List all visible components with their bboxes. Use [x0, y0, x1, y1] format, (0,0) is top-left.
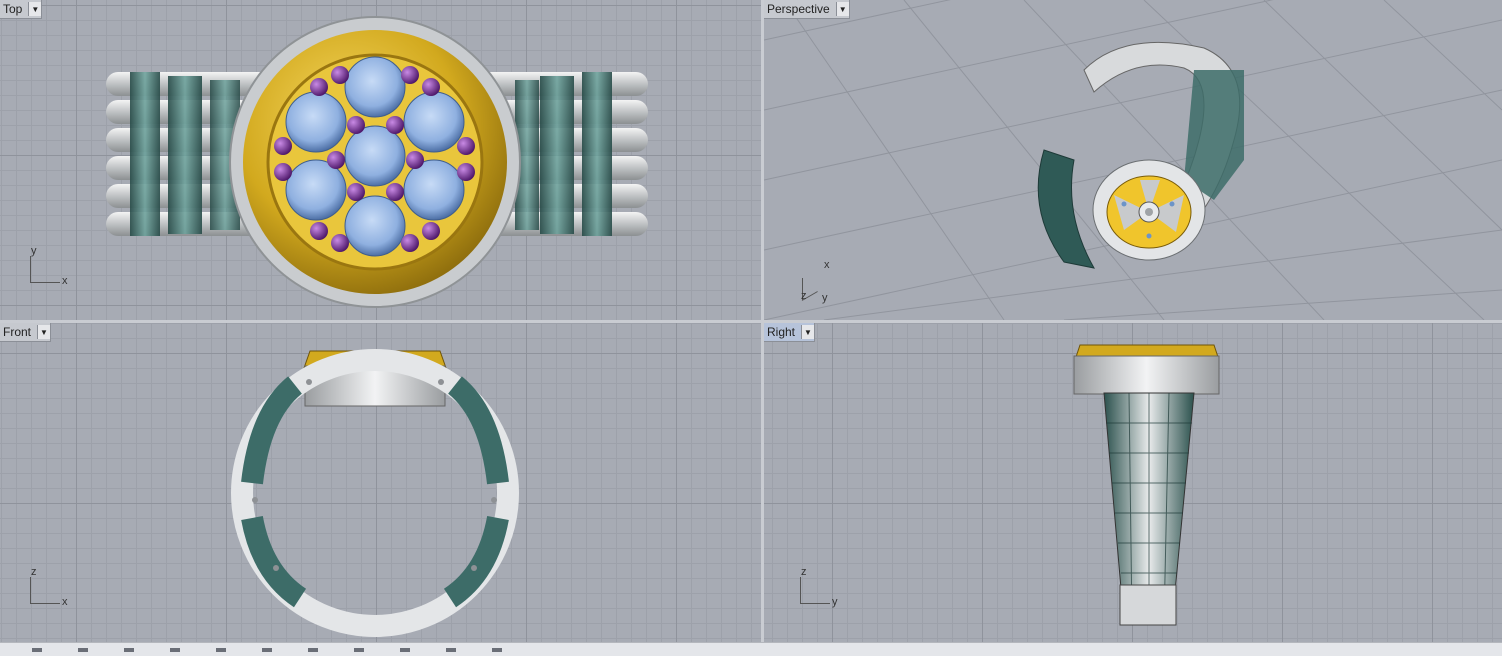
axis-z-label: z	[801, 290, 807, 302]
axis-y-label: y	[822, 292, 828, 304]
viewport-perspective[interactable]: Perspective ▼ x y z	[764, 0, 1502, 320]
toolbar-button[interactable]	[124, 647, 134, 652]
toolbar-button[interactable]	[32, 647, 42, 652]
ring-front-render	[231, 349, 519, 637]
triangle-down-icon[interactable]: ▼	[801, 325, 815, 339]
ring-top-render	[106, 16, 648, 308]
axis-indicator-right: z y	[798, 566, 858, 619]
axis-z-label: z	[31, 566, 37, 578]
toolbar-button[interactable]	[354, 647, 364, 652]
axis-x-label: x	[62, 275, 68, 287]
triangle-down-icon[interactable]: ▼	[28, 2, 42, 16]
viewport-title: Top	[3, 2, 23, 16]
toolbar-button[interactable]	[170, 647, 180, 652]
axis-indicator-perspective: x y z	[798, 259, 858, 310]
toolbar-button[interactable]	[262, 647, 272, 652]
viewport-top[interactable]: Top ▼ y x	[0, 0, 761, 320]
triangle-down-icon[interactable]: ▼	[37, 325, 51, 339]
viewport-title: Right	[767, 325, 796, 339]
viewport-label-perspective[interactable]: Perspective ▼	[764, 0, 850, 19]
viewport-front[interactable]: Front ▼ z x	[0, 323, 761, 642]
ring-right-render	[1073, 344, 1220, 626]
viewport-label-right[interactable]: Right ▼	[764, 323, 816, 342]
viewport-right[interactable]: Right ▼ z y	[764, 323, 1502, 642]
viewport-label-top[interactable]: Top ▼	[0, 0, 43, 19]
toolbar-button[interactable]	[216, 647, 226, 652]
viewport-title: Perspective	[767, 2, 830, 16]
axis-y-label: y	[31, 245, 37, 257]
axis-x-label: x	[62, 596, 68, 608]
axis-x-label: x	[824, 259, 830, 271]
toolbar-button[interactable]	[308, 647, 318, 652]
bottom-toolbar	[0, 642, 1502, 656]
viewport-title: Front	[3, 325, 32, 339]
toolbar-button[interactable]	[400, 647, 410, 652]
axis-indicator-front: z x	[28, 566, 88, 619]
ring-perspective-render	[764, 0, 1502, 320]
toolbar-button[interactable]	[492, 647, 502, 652]
triangle-down-icon[interactable]: ▼	[835, 2, 849, 16]
axis-y-label: y	[832, 596, 838, 608]
viewport-label-front[interactable]: Front ▼	[0, 323, 52, 342]
toolbar-button[interactable]	[78, 647, 88, 652]
axis-z-label: z	[801, 566, 807, 578]
toolbar-button[interactable]	[446, 647, 456, 652]
axis-indicator-top: y x	[28, 245, 88, 298]
